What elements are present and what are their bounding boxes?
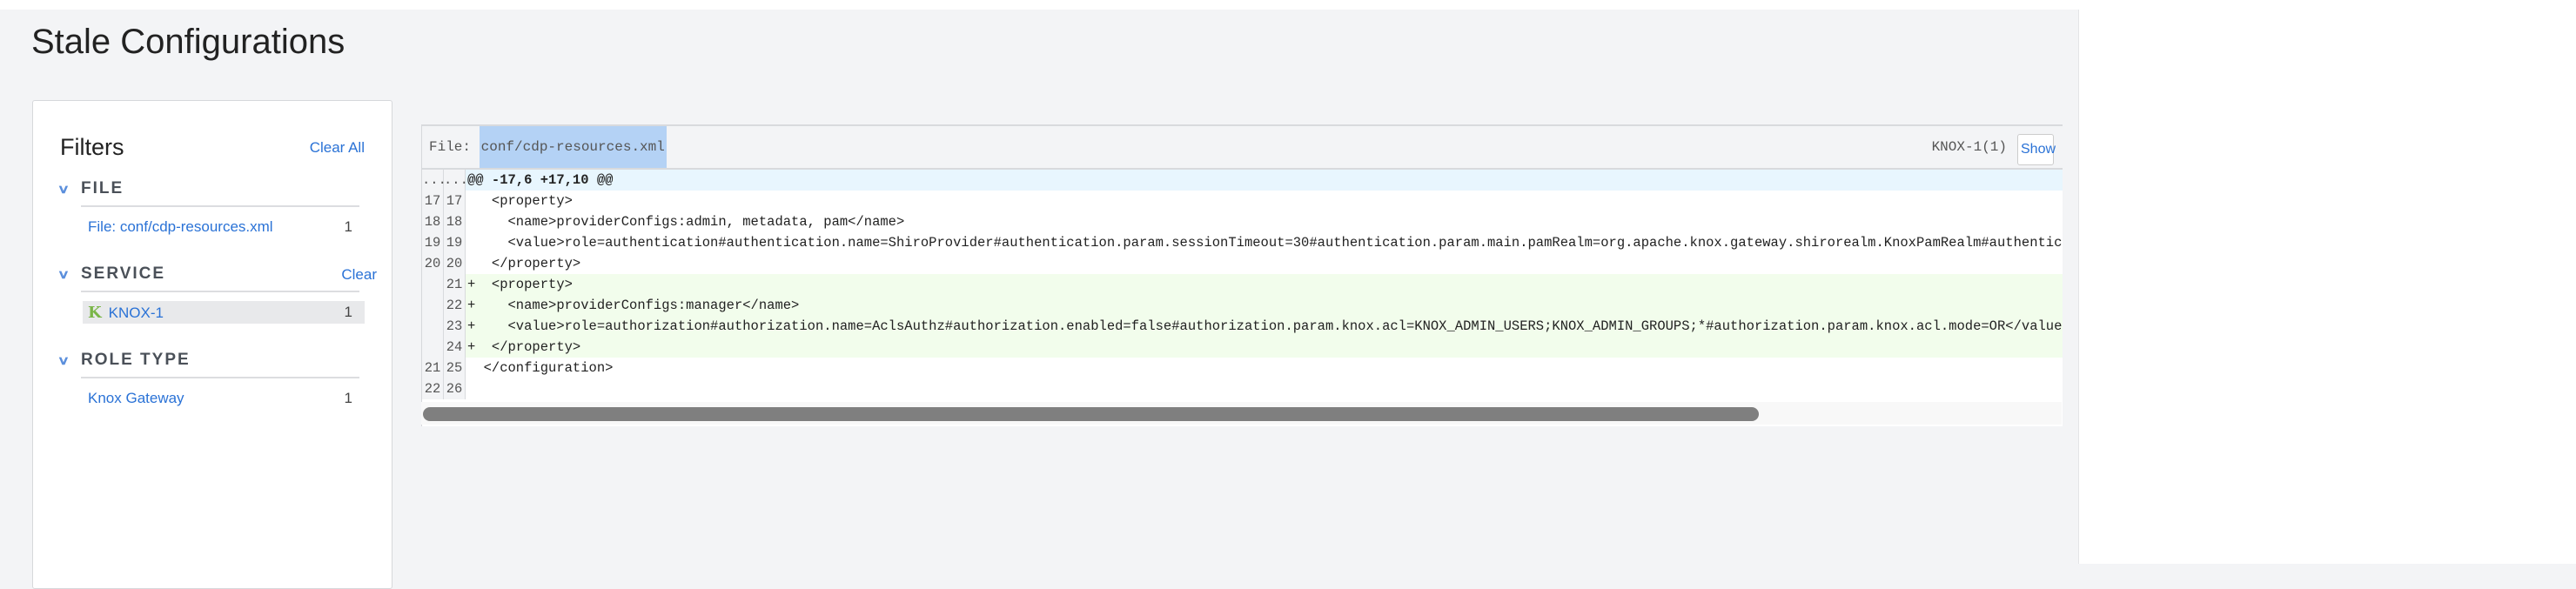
new-line-number: 20 xyxy=(444,253,466,274)
old-line-number xyxy=(422,316,444,337)
new-line-number: 26 xyxy=(444,378,466,399)
diff-line: 24 + </property> xyxy=(422,337,2063,358)
line-code: </configuration> xyxy=(467,360,614,376)
horizontal-scrollbar[interactable] xyxy=(421,402,2062,425)
diff-line: 22 + <name>providerConfigs:manager</name> xyxy=(422,295,2063,316)
chevron-down-icon: ∨ xyxy=(57,181,72,196)
filter-item-knox-1[interactable]: K KNOX-1 1 xyxy=(83,301,365,324)
filter-item-count: 1 xyxy=(344,218,352,235)
new-line-number: 22 xyxy=(444,295,466,316)
section-toggle-file[interactable]: ∨ FILE xyxy=(57,176,365,202)
service-count: KNOX-1(1) xyxy=(1931,139,2007,155)
diff-line: 17 17 <property> xyxy=(422,191,2063,211)
diff-line: 21 + <property> xyxy=(422,274,2063,295)
clear-all-link[interactable]: Clear All xyxy=(310,139,365,157)
new-line-number: 21 xyxy=(444,274,466,295)
old-line-number xyxy=(422,274,444,295)
line-code: + <value>role=authorization#authorizatio… xyxy=(466,316,2063,337)
old-line-number xyxy=(422,337,444,358)
filter-section-service: ∨ SERVICE Clear K KNOX-1 1 xyxy=(57,261,377,324)
filter-section-file: ∨ FILE File: conf/cdp-resources.xml 1 xyxy=(57,176,365,238)
filter-item-label[interactable]: Knox Gateway xyxy=(83,390,184,407)
line-code: <property> xyxy=(467,193,573,209)
show-button[interactable]: Show xyxy=(2017,134,2056,165)
diff-line: 20 20 </property> xyxy=(422,253,2063,274)
filter-item-label[interactable]: File: conf/cdp-resources.xml xyxy=(83,218,273,236)
diff-line: 23 + <value>role=authorization#authorizat… xyxy=(422,316,2063,337)
filter-section-role-type: ∨ ROLE TYPE Knox Gateway 1 xyxy=(57,347,365,410)
file-path: conf/cdp-resources.xml xyxy=(479,126,667,168)
filter-item-label[interactable]: KNOX-1 xyxy=(109,305,164,321)
line-code: <value>role=authentication#authenticatio… xyxy=(467,235,2063,251)
filters-panel: Filters Clear All ∨ FILE File: conf/cdp-r… xyxy=(32,100,392,589)
section-toggle-service[interactable]: ∨ SERVICE Clear xyxy=(57,261,377,287)
line-code: <name>providerConfigs:admin, metadata, p… xyxy=(467,214,905,230)
scrollbar-thumb[interactable] xyxy=(423,407,1759,421)
chevron-down-icon: ∨ xyxy=(57,266,72,281)
knox-icon: K xyxy=(88,303,102,322)
line-code: + <name>providerConfigs:manager</name> xyxy=(466,295,2063,316)
new-line-number: 24 xyxy=(444,337,466,358)
divider xyxy=(81,291,359,292)
top-bar xyxy=(0,0,2576,10)
old-line-number xyxy=(422,295,444,316)
section-title: SERVICE xyxy=(81,264,166,283)
diff-line: 19 19 <value>role=authentication#authenti… xyxy=(422,232,2063,253)
diff-file-label: File: conf/cdp-resources.xml xyxy=(429,126,667,168)
new-line-number: 25 xyxy=(444,358,466,378)
filter-item-knox-gateway[interactable]: Knox Gateway 1 xyxy=(83,387,365,410)
new-line-number: 19 xyxy=(444,232,466,253)
diff-line: 18 18 <name>providerConfigs:admin, metada… xyxy=(422,211,2063,232)
diff-hunk-header: ...... @@ -17,6 +17,10 @@ xyxy=(422,170,2063,191)
filter-item-count: 1 xyxy=(344,390,352,406)
new-line-number: 23 xyxy=(444,316,466,337)
line-code: + <property> xyxy=(466,274,2063,295)
diff-line: 22 26 xyxy=(422,378,2063,399)
diff-viewer: File: conf/cdp-resources.xml KNOX-1(1) S… xyxy=(421,124,2063,426)
new-line-number: 17 xyxy=(444,191,466,211)
diff-rows: ...... @@ -17,6 +17,10 @@ 17 17 <property> 1… xyxy=(422,170,2063,399)
new-line-number: 18 xyxy=(444,211,466,232)
old-line-number: ... xyxy=(422,170,446,191)
chevron-down-icon: ∨ xyxy=(57,352,72,367)
line-code: + </property> xyxy=(466,337,2063,358)
section-title: FILE xyxy=(81,179,124,197)
new-line-number: ... xyxy=(444,170,468,191)
clear-service-link[interactable]: Clear xyxy=(341,266,377,284)
page-title: Stale Configurations xyxy=(31,23,345,61)
diff-header: File: conf/cdp-resources.xml KNOX-1(1) S… xyxy=(422,124,2063,170)
diff-line: 21 25 </configuration> xyxy=(422,358,2063,378)
section-title: ROLE TYPE xyxy=(81,351,191,369)
page-scrollbar[interactable] xyxy=(2078,10,2576,564)
file-prefix: File: xyxy=(429,139,480,155)
line-code: @@ -17,6 +17,10 @@ xyxy=(466,170,2063,191)
line-code: </property> xyxy=(467,256,581,271)
filter-item-file[interactable]: File: conf/cdp-resources.xml 1 xyxy=(83,216,365,238)
old-line-number: 18 xyxy=(422,211,444,232)
section-toggle-role-type[interactable]: ∨ ROLE TYPE xyxy=(57,347,365,373)
filter-item-count: 1 xyxy=(344,304,352,320)
filters-heading: Filters xyxy=(60,134,124,160)
old-line-number: 20 xyxy=(422,253,444,274)
old-line-number: 22 xyxy=(422,378,444,399)
old-line-number: 21 xyxy=(422,358,444,378)
old-line-number: 19 xyxy=(422,232,444,253)
old-line-number: 17 xyxy=(422,191,444,211)
divider xyxy=(81,205,359,207)
divider xyxy=(81,377,359,378)
